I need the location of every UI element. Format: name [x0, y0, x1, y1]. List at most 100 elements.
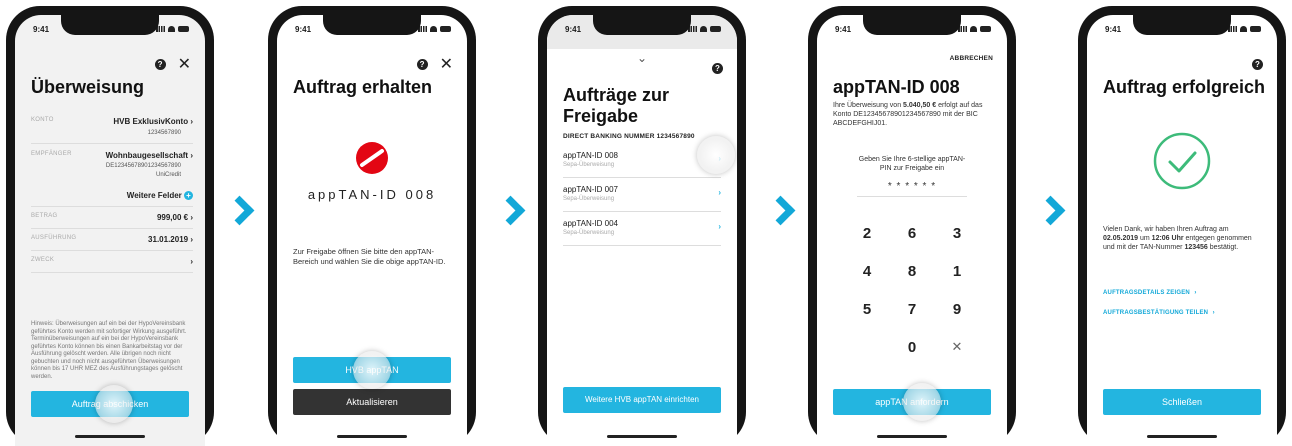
list-item-title: appTAN-ID 007 — [563, 185, 618, 194]
key-9[interactable]: 9 — [937, 301, 977, 318]
share-confirmation-label: AUFTRAGSBESTÄTIGUNG TEILEN — [1103, 310, 1209, 316]
list-item[interactable]: appTAN-ID 004 Sepa-Überweisung › — [563, 219, 721, 236]
message-text: um — [1138, 235, 1152, 242]
phone-step-1: 9:41 ? ✕ Überweisung KONTO HVB ExklusivK… — [6, 6, 214, 446]
battery-icon — [440, 26, 451, 32]
message-text: bestätigt. — [1207, 244, 1239, 251]
home-indicator — [607, 435, 677, 438]
backspace-icon[interactable]: ✕ — [937, 339, 977, 355]
konto-number: 1234567890 — [147, 130, 181, 136]
legal-hint: Hinweis: Überweisungen auf ein bei der H… — [31, 321, 187, 380]
more-fields-row[interactable]: Weitere Felder + — [31, 191, 193, 205]
key-6[interactable]: 6 — [892, 225, 932, 242]
chevron-right-icon: › — [1194, 290, 1197, 296]
plus-icon: + — [184, 191, 193, 200]
status-time: 9:41 — [33, 25, 50, 34]
screen-transfer: 9:41 ? ✕ Überweisung KONTO HVB ExklusivK… — [15, 15, 205, 446]
phone-step-3: 9:41 ⌄ ? Aufträge zur Freigabe DIRECT BA… — [538, 6, 746, 446]
execution-row[interactable]: AUSFÜHRUNG 31.01.2019 › — [31, 235, 193, 249]
help-icon[interactable]: ? — [712, 63, 723, 74]
message-text: Vielen Dank, wir haben Ihren Auftrag am — [1103, 226, 1229, 233]
key-3[interactable]: 3 — [937, 225, 977, 242]
summary-amount: 5.040,50 € — [903, 102, 937, 109]
more-fields-label: Weitere Felder — [126, 191, 182, 200]
screen-pin-entry: 9:41 ABBRECHEN appTAN-ID 008 Ihre Überwe… — [817, 15, 1007, 446]
konto-label: KONTO — [31, 117, 54, 123]
help-icon[interactable]: ? — [416, 59, 428, 70]
apptan-id-label: appTAN-ID 008 — [307, 187, 437, 202]
key-0[interactable]: 0 — [892, 339, 932, 356]
list-item-subtitle: Sepa-Überweisung — [563, 162, 615, 168]
next-step-arrow-icon — [224, 195, 255, 226]
home-indicator — [877, 435, 947, 438]
home-indicator — [1147, 435, 1217, 438]
key-7[interactable]: 7 — [892, 301, 932, 318]
help-icon[interactable]: ? — [154, 59, 166, 70]
purpose-label: ZWECK — [31, 257, 55, 263]
wifi-icon — [430, 26, 437, 32]
next-step-arrow-icon — [495, 195, 526, 226]
recipient-bank: UniCredit — [155, 172, 181, 178]
message-time: 12:06 Uhr — [1151, 235, 1184, 242]
amount-row[interactable]: BETRAG 999,00 € › — [31, 213, 193, 227]
close-icon[interactable]: ✕ — [178, 57, 191, 73]
message-tan: 123456 — [1184, 244, 1208, 251]
key-2[interactable]: 2 — [847, 225, 887, 242]
tap-indicator — [903, 383, 941, 421]
divider — [31, 250, 193, 251]
notch — [1133, 15, 1231, 35]
battery-icon — [710, 26, 721, 32]
help-icon[interactable]: ? — [1252, 59, 1263, 70]
list-item-title: appTAN-ID 004 — [563, 219, 618, 228]
order-details-label: AUFTRAGSDETAILS ZEIGEN — [1103, 290, 1190, 296]
close-button[interactable]: Schließen — [1103, 389, 1261, 415]
pin-prompt: Geben Sie Ihre 6-stellige appTAN-PIN zur… — [858, 156, 966, 172]
purpose-row[interactable]: ZWECK › — [31, 257, 193, 271]
chevron-down-icon[interactable]: ⌄ — [547, 51, 737, 65]
recipient-label: EMPFÄNGER — [31, 151, 72, 157]
konto-row[interactable]: KONTO HVB ExklusivKonto › 1234567890 — [31, 117, 193, 145]
instruction-text: Zur Freigabe öffnen Sie bitte den appTAN… — [293, 247, 446, 266]
recipient-value: Wohnbaugesellschaft — [105, 151, 189, 160]
notch — [593, 15, 691, 35]
chevron-right-icon: › — [190, 235, 193, 244]
list-item[interactable]: appTAN-ID 007 Sepa-Überweisung › — [563, 185, 721, 202]
recipient-iban: DE12345678901234567890 — [105, 163, 181, 169]
pin-field[interactable]: * * * * * * — [817, 181, 1007, 192]
phone-step-2: 9:41 ? ✕ Auftrag erhalten appTAN-ID 008 … — [268, 6, 476, 446]
wifi-icon — [970, 26, 977, 32]
section-header: DIRECT BANKING NUMMER 1234567890 — [563, 133, 695, 140]
list-item-subtitle: Sepa-Überweisung — [563, 230, 615, 236]
recipient-row[interactable]: EMPFÄNGER Wohnbaugesellschaft › DE123456… — [31, 151, 193, 191]
page-title: Überweisung — [31, 77, 145, 97]
key-4[interactable]: 4 — [847, 263, 887, 280]
order-details-link[interactable]: AUFTRAGSDETAILS ZEIGEN › — [1103, 281, 1197, 299]
divider — [31, 143, 193, 144]
tap-indicator — [697, 136, 735, 174]
status-time: 9:41 — [565, 25, 582, 34]
key-8[interactable]: 8 — [892, 263, 932, 280]
status-time: 9:41 — [1105, 25, 1122, 34]
phone-step-5: 9:41 ? Auftrag erfolgreich Vielen Dank, … — [1078, 6, 1286, 446]
setup-apptan-button[interactable]: Weitere HVB appTAN einrichten — [563, 387, 721, 413]
message-date: 02.05.2019 — [1103, 235, 1139, 242]
key-5[interactable]: 5 — [847, 301, 887, 318]
chevron-right-icon: › — [190, 117, 193, 126]
divider — [563, 245, 721, 246]
share-confirmation-link[interactable]: AUFTRAGSBESTÄTIGUNG TEILEN › — [1103, 301, 1215, 319]
divider — [31, 228, 193, 229]
wifi-icon — [168, 26, 175, 32]
page-title: appTAN-ID 008 — [833, 77, 960, 97]
execution-label: AUSFÜHRUNG — [31, 235, 77, 241]
notch — [323, 15, 421, 35]
cancel-link[interactable]: ABBRECHEN — [950, 55, 993, 62]
key-1[interactable]: 1 — [937, 263, 977, 280]
chevron-right-icon: › — [1212, 310, 1215, 316]
amount-value: 999,00 € — [156, 213, 189, 222]
close-icon[interactable]: ✕ — [440, 57, 453, 73]
notch — [863, 15, 961, 35]
home-indicator — [75, 435, 145, 438]
list-item-subtitle: Sepa-Überweisung — [563, 196, 615, 202]
refresh-button[interactable]: Aktualisieren — [293, 389, 451, 415]
status-time: 9:41 — [295, 25, 312, 34]
